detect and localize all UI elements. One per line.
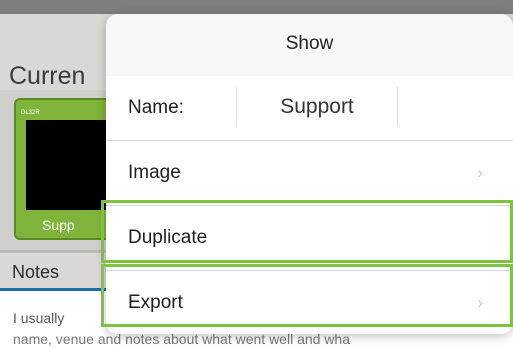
name-value: Support — [280, 95, 354, 118]
duplicate-row[interactable]: Duplicate — [106, 206, 513, 271]
tile-caption: Supp — [42, 217, 75, 233]
duplicate-label: Duplicate — [128, 227, 208, 248]
popover-header: Show — [106, 14, 513, 77]
name-field[interactable]: Support — [236, 87, 398, 127]
tile-thumbnail — [26, 120, 116, 210]
page-title: Curren — [9, 62, 86, 90]
export-row[interactable]: Export › — [106, 271, 513, 334]
popover-title: Show — [285, 33, 334, 54]
callout-pointer-line — [0, 288, 106, 291]
show-popover: Show Name: Support Image › Duplicate Exp… — [106, 14, 513, 334]
notes-line-1: I usually — [13, 310, 65, 326]
show-tile[interactable]: DL32R Supp — [14, 98, 116, 240]
top-bar — [0, 0, 513, 14]
chevron-right-icon: › — [477, 293, 483, 312]
name-row: Name: Support — [106, 76, 513, 141]
notes-label: Notes — [12, 262, 60, 282]
tile-model-label: DL32R — [21, 110, 40, 116]
export-label: Export — [128, 292, 183, 313]
image-row[interactable]: Image › — [106, 141, 513, 206]
name-label: Name: — [128, 97, 184, 118]
chevron-right-icon: › — [477, 163, 483, 182]
image-label: Image — [128, 162, 181, 183]
